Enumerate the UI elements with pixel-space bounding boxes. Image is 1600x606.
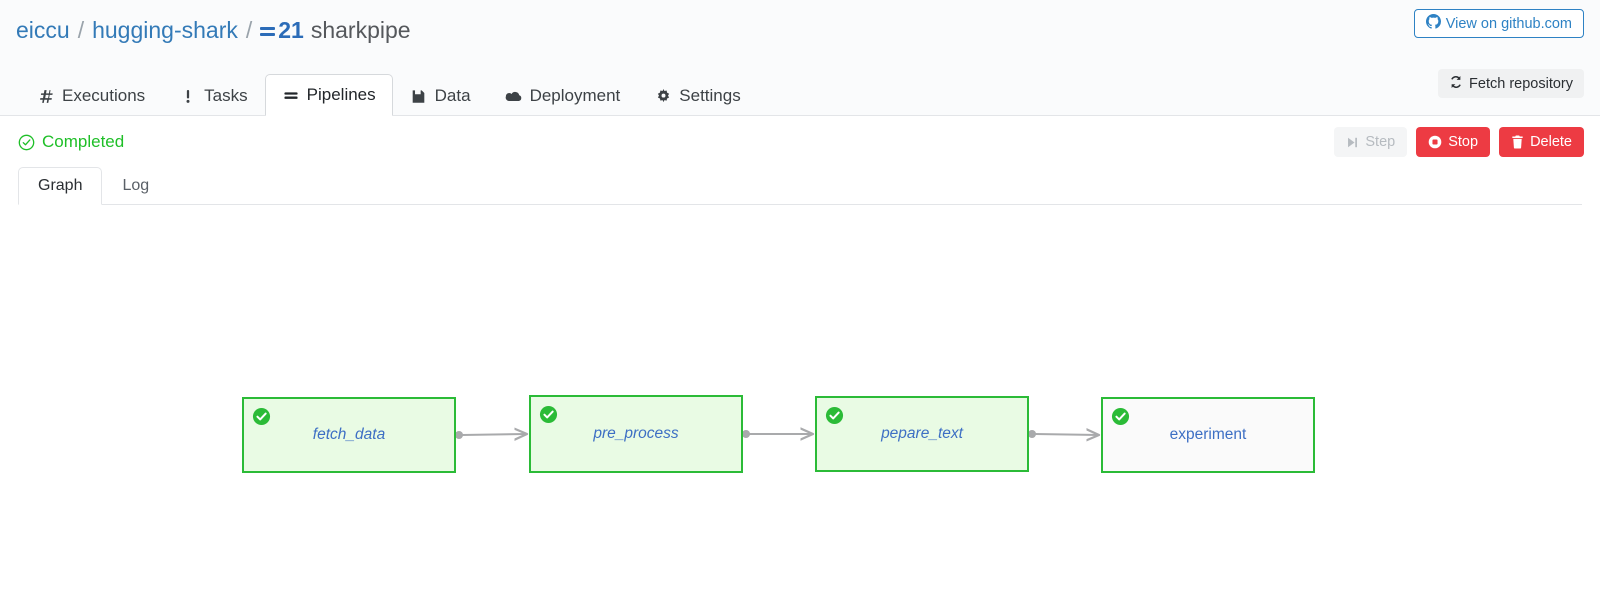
tab-data-label: Data: [434, 86, 471, 105]
fetch-repository-label: Fetch repository: [1469, 75, 1573, 92]
pipeline-action-group: Step Stop Delete: [1334, 127, 1584, 157]
step-forward-icon: [1346, 136, 1359, 149]
check-circle-filled-icon: [252, 407, 271, 426]
edge-source-dot: [455, 431, 463, 439]
hash-icon: [37, 89, 55, 104]
tab-tasks-label: Tasks: [204, 86, 248, 105]
delete-button[interactable]: Delete: [1499, 127, 1584, 157]
breadcrumb-separator-2: /: [245, 16, 253, 43]
status-row: Completed Step Stop Delete: [0, 116, 1600, 168]
main-nav-bar: Executions Tasks Pipelines Data Deployme: [0, 60, 1600, 116]
tab-deployment-label: Deployment: [529, 86, 621, 105]
view-subtab-bar: Graph Log: [18, 167, 1582, 205]
stop-button-label: Stop: [1448, 134, 1479, 150]
cloud-icon: [505, 89, 523, 104]
github-icon: [1425, 14, 1441, 33]
tab-executions[interactable]: Executions: [20, 76, 162, 115]
check-circle-filled-icon: [1111, 407, 1130, 426]
subtab-graph-label: Graph: [38, 177, 83, 194]
breadcrumb-pipeline-id-text: 21: [278, 16, 304, 43]
pipeline-edge: [1034, 434, 1099, 435]
main-nav-tabs: Executions Tasks Pipelines Data Deployme: [20, 60, 758, 116]
breadcrumb-repo[interactable]: hugging-shark: [92, 18, 238, 42]
subtab-log[interactable]: Log: [102, 167, 169, 204]
pipeline-node-pre_process[interactable]: pre_process: [529, 395, 743, 473]
view-on-github-button[interactable]: View on github.com: [1413, 9, 1584, 38]
tab-settings-label: Settings: [679, 86, 741, 105]
pipeline-edges: [455, 205, 1600, 574]
exclamation-icon: [179, 89, 197, 104]
edge-source-dot: [742, 430, 750, 438]
trash-icon: [1511, 135, 1524, 149]
tab-executions-label: Executions: [62, 86, 146, 105]
pipeline-node-label: experiment: [1169, 426, 1247, 443]
tab-data[interactable]: Data: [393, 76, 488, 115]
pipeline-node-experiment[interactable]: experiment: [1101, 397, 1315, 473]
floppy-disk-icon: [410, 89, 428, 104]
pipeline-node-fetch_data[interactable]: fetch_data: [242, 397, 456, 473]
breadcrumb-pipeline-name: sharkpipe: [310, 16, 411, 43]
subtab-graph[interactable]: Graph: [18, 167, 103, 205]
page-header: eiccu / hugging-shark / 21 sharkpipe Vie…: [0, 0, 1600, 60]
gear-icon: [654, 88, 672, 104]
pipeline-node-pepare_text[interactable]: pepare_text: [815, 396, 1029, 472]
breadcrumb-separator-1: /: [77, 16, 85, 43]
tab-pipelines[interactable]: Pipelines: [264, 74, 393, 116]
status-text: Completed: [42, 132, 125, 151]
tab-pipelines-label: Pipelines: [306, 85, 376, 104]
stop-circle-icon: [1428, 135, 1442, 149]
refresh-icon: [1449, 75, 1463, 93]
view-on-github-label: View on github.com: [1445, 15, 1572, 32]
status-badge: Completed: [18, 132, 124, 152]
breadcrumb: eiccu / hugging-shark / 21 sharkpipe: [16, 16, 411, 43]
pipeline-node-label: pre_process: [593, 425, 679, 442]
pipeline-edge: [461, 434, 527, 435]
tab-tasks[interactable]: Tasks: [162, 76, 264, 115]
step-button-label: Step: [1365, 134, 1396, 150]
delete-button-label: Delete: [1530, 134, 1572, 150]
subtab-log-label: Log: [122, 176, 150, 194]
check-circle-outline-icon: [18, 134, 35, 151]
tab-deployment[interactable]: Deployment: [488, 76, 638, 115]
fetch-repository-button[interactable]: Fetch repository: [1438, 69, 1584, 98]
pipeline-equals-icon: [260, 26, 276, 37]
pipeline-node-label: fetch_data: [312, 426, 386, 443]
step-button[interactable]: Step: [1334, 127, 1408, 157]
check-circle-filled-icon: [539, 405, 558, 424]
pipeline-equals-icon: [282, 88, 300, 103]
edge-source-dot: [1028, 430, 1036, 438]
tab-settings[interactable]: Settings: [637, 76, 757, 115]
breadcrumb-owner[interactable]: eiccu: [16, 18, 70, 42]
pipeline-node-label: pepare_text: [881, 425, 963, 442]
check-circle-filled-icon: [825, 406, 844, 425]
pipeline-graph-canvas[interactable]: fetch_data pre_process pepare_text experime…: [0, 205, 1600, 574]
breadcrumb-pipeline-id[interactable]: 21: [260, 16, 304, 43]
stop-button[interactable]: Stop: [1416, 127, 1491, 157]
